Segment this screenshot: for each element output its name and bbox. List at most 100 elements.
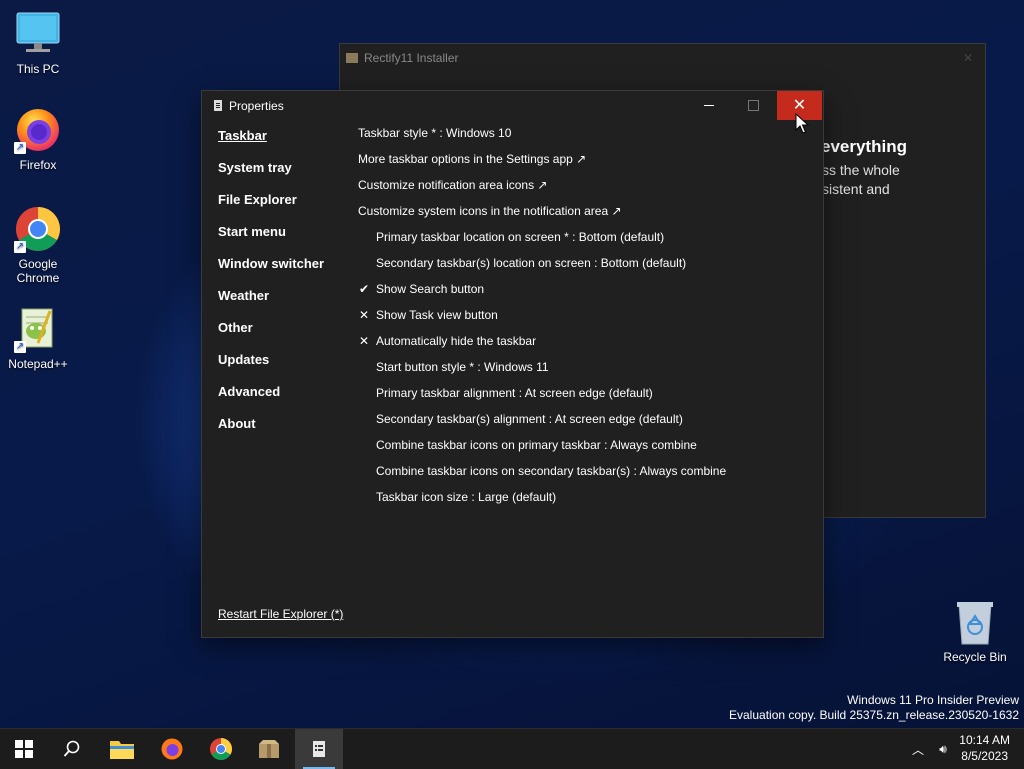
option-primary-alignment[interactable]: Primary taskbar alignment : At screen ed… (358, 385, 726, 411)
option-label: Combine taskbar icons on secondary taskb… (376, 464, 727, 478)
properties-app-icon (214, 100, 222, 111)
installer-heading: everything (821, 137, 907, 156)
minimize-button[interactable] (686, 91, 731, 120)
option-secondary-location[interactable]: Secondary taskbar(s) location on screen … (358, 255, 726, 281)
file-explorer-icon (110, 741, 134, 759)
sidebar-item-window-switcher[interactable]: Window switcher (218, 256, 324, 288)
notepadpp-label: Notepad++ (8, 357, 68, 371)
taskbar-chrome[interactable] (197, 729, 245, 769)
recycle-bin-icon (955, 600, 995, 646)
link-taskbar-settings[interactable]: More taskbar options in the Settings app… (358, 151, 726, 177)
sidebar-item-about[interactable]: About (218, 416, 324, 448)
chrome-icon (210, 738, 232, 760)
sidebar-item-other[interactable]: Other (218, 320, 324, 352)
option-icon-size[interactable]: Taskbar icon size : Large (default) (358, 489, 726, 515)
taskbar-file-explorer[interactable] (98, 729, 146, 769)
sidebar-item-weather[interactable]: Weather (218, 288, 324, 320)
start-icon (15, 740, 33, 758)
watermark-line: Windows 11 Pro Insider Preview (847, 693, 1019, 707)
option-label: Taskbar style * : Windows 10 (358, 126, 512, 140)
shortcut-arrow-icon: ↗ (14, 142, 26, 154)
option-label: Taskbar icon size : Large (default) (376, 490, 557, 504)
link-system-icons[interactable]: Customize system icons in the notificati… (358, 203, 726, 229)
option-combine-primary[interactable]: Combine taskbar icons on primary taskbar… (358, 437, 726, 463)
notepadpp-icon: ↗ (14, 305, 62, 353)
desktop-icon-chrome[interactable]: ↗ Google Chrome (0, 205, 76, 285)
cross-icon: ✕ (359, 308, 370, 322)
close-icon: ✕ (792, 96, 807, 114)
option-secondary-alignment[interactable]: Secondary taskbar(s) alignment : At scre… (358, 411, 726, 437)
this-pc-label: This PC (16, 62, 60, 76)
restart-explorer-link[interactable]: Restart File Explorer (*) (218, 607, 343, 621)
option-label: Show Search button (376, 282, 485, 296)
option-label: Show Task view button (376, 308, 498, 322)
sidebar-item-file-explorer[interactable]: File Explorer (218, 192, 324, 224)
maximize-button[interactable] (731, 91, 776, 120)
system-tray: ︿ 🔊︎ (910, 729, 954, 769)
option-label: Combine taskbar icons on primary taskbar… (376, 438, 697, 452)
watermark-line: Evaluation copy. Build 25375.zn_release.… (729, 708, 1019, 722)
link-notification-area-icons[interactable]: Customize notification area icons ↗ (358, 177, 726, 203)
option-label: Secondary taskbar(s) location on screen … (376, 256, 687, 270)
firefox-icon: ↗ (14, 106, 62, 154)
option-label: Primary taskbar alignment : At screen ed… (376, 386, 653, 400)
option-label: Customize notification area icons ↗ (358, 178, 548, 192)
option-label: Secondary taskbar(s) alignment : At scre… (376, 412, 683, 426)
desktop-icon-recycle-bin[interactable]: Recycle Bin (935, 600, 1015, 664)
taskbar-options-list: Taskbar style * : Windows 10 More taskba… (358, 125, 726, 515)
option-primary-location[interactable]: Primary taskbar location on screen * : B… (358, 229, 726, 255)
option-combine-secondary[interactable]: Combine taskbar icons on secondary taskb… (358, 463, 726, 489)
option-show-search-button[interactable]: ✔ Show Search button (358, 281, 726, 307)
desktop-icon-firefox[interactable]: ↗ Firefox (0, 106, 76, 172)
taskbar-properties[interactable] (295, 729, 343, 769)
option-label: Start button style * : Windows 11 (376, 360, 549, 374)
properties-titlebar[interactable]: Properties ✕ (202, 91, 823, 120)
search-icon (63, 740, 80, 757)
maximize-icon (748, 100, 759, 111)
checkmark-icon: ✔ (359, 282, 370, 296)
sidebar-item-updates[interactable]: Updates (218, 352, 324, 384)
shortcut-arrow-icon: ↗ (14, 341, 26, 353)
chrome-icon: ↗ (14, 205, 62, 253)
option-start-button-style[interactable]: Start button style * : Windows 11 (358, 359, 726, 385)
option-label: More taskbar options in the Settings app… (358, 152, 587, 166)
properties-icon (313, 741, 325, 757)
installer-titlebar[interactable]: Rectify11 Installer ✕ (340, 44, 985, 72)
desktop-icon-notepadpp[interactable]: ↗ Notepad++ (0, 305, 76, 371)
clock-time: 10:14 AM (959, 733, 1010, 747)
taskbar-firefox[interactable] (148, 729, 196, 769)
installer-text-line: sistent and (822, 181, 890, 197)
properties-title: Properties (229, 98, 284, 113)
installer-text-line: ss the whole (822, 162, 900, 178)
clock-date: 8/5/2023 (961, 749, 1008, 763)
minimize-icon (703, 105, 714, 106)
properties-sidebar: Taskbar System tray File Explorer Start … (218, 128, 324, 448)
taskbar-installer[interactable] (245, 729, 293, 769)
option-taskbar-style[interactable]: Taskbar style * : Windows 10 (358, 125, 726, 151)
clock[interactable]: 10:14 AM 8/5/2023 (959, 732, 1010, 764)
chevron-up-icon[interactable]: ︿ (910, 741, 926, 758)
start-button[interactable] (0, 729, 48, 769)
installer-title: Rectify11 Installer (364, 51, 459, 65)
shortcut-arrow-icon: ↗ (14, 241, 26, 253)
search-button[interactable] (48, 729, 96, 769)
chrome-label: Google Chrome (16, 257, 60, 285)
installer-app-icon (346, 53, 358, 63)
option-label: Automatically hide the taskbar (376, 334, 537, 348)
installer-close-icon[interactable]: ✕ (963, 51, 973, 65)
option-label: Customize system icons in the notificati… (358, 204, 622, 218)
option-label: Primary taskbar location on screen * : B… (376, 230, 665, 244)
option-auto-hide-taskbar[interactable]: ✕ Automatically hide the taskbar (358, 333, 726, 359)
sidebar-item-advanced[interactable]: Advanced (218, 384, 324, 416)
sidebar-item-system-tray[interactable]: System tray (218, 160, 324, 192)
mouse-cursor-icon (795, 113, 809, 134)
sidebar-item-taskbar[interactable]: Taskbar (218, 128, 324, 160)
firefox-label: Firefox (19, 158, 57, 172)
installer-icon (259, 740, 279, 758)
option-show-task-view-button[interactable]: ✕ Show Task view button (358, 307, 726, 333)
sidebar-item-start-menu[interactable]: Start menu (218, 224, 324, 256)
recycle-bin-label: Recycle Bin (943, 650, 1007, 664)
properties-window[interactable]: Properties ✕ Taskbar System tray File Ex… (201, 90, 824, 638)
desktop-icon-this-pc[interactable]: This PC (0, 10, 76, 76)
volume-icon[interactable]: 🔊︎ (932, 742, 954, 757)
